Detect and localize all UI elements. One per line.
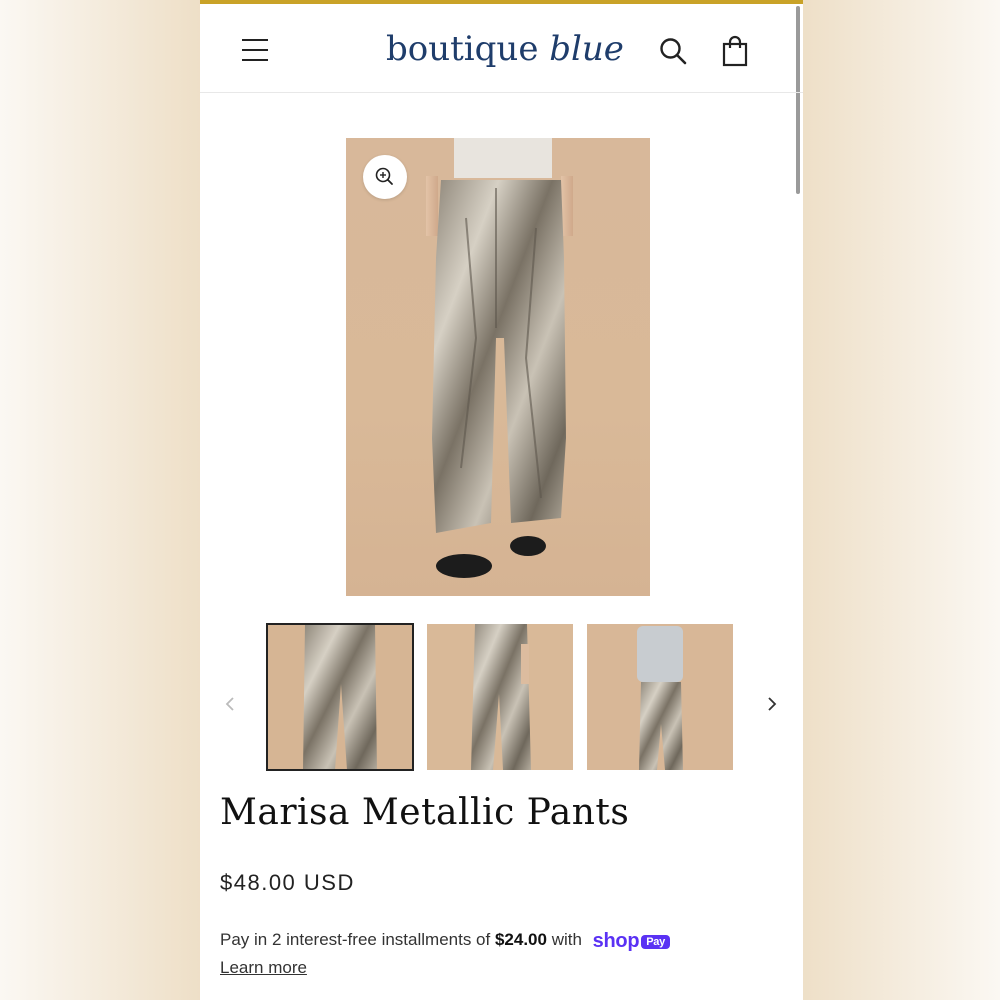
product-title: Marisa Metallic Pants [220,792,630,833]
chevron-left-icon [225,697,234,711]
thumbnail-next-button[interactable] [760,690,784,718]
installments-suffix: with [551,930,582,949]
shopping-bag-icon[interactable] [720,35,750,67]
chevron-right-icon [768,697,777,711]
thumbnail-image [587,624,733,770]
shop-pay-installments: Pay in 2 interest-free installments of $… [220,930,670,953]
learn-more-link[interactable]: Learn more [220,958,307,978]
installment-amount: $24.00 [494,930,547,949]
brand-logo[interactable]: boutique blue [386,24,624,74]
background-left [0,0,200,1000]
installments-text: Pay in 2 interest-free installments of [220,930,491,949]
search-icon[interactable] [658,36,688,66]
zoom-in-icon [375,167,393,185]
thumbnail-image [427,624,573,770]
mobile-page: boutique blue Marisa Metallic Pants $48.… [200,0,803,1000]
thumbnail-prev-button[interactable] [218,690,242,718]
product-main-image[interactable] [346,138,650,596]
zoom-in-button[interactable] [363,155,407,199]
product-photo [426,138,573,578]
logo-text-blue: blue [549,29,624,69]
site-header: boutique blue [200,4,803,93]
thumbnail-2[interactable] [427,624,573,770]
thumbnail-1[interactable] [266,623,414,771]
pay-badge: Pay [641,935,670,949]
hamburger-menu-icon[interactable] [240,36,270,64]
logo-text-boutique: boutique [386,29,539,69]
thumbnail-image [267,624,413,770]
thumbnail-3[interactable] [587,624,733,770]
product-price: $48.00 USD [220,870,355,895]
background-right [800,0,1000,1000]
shop-pay-logo: shop Pay [593,930,670,953]
shop-brand: shop [592,930,640,952]
